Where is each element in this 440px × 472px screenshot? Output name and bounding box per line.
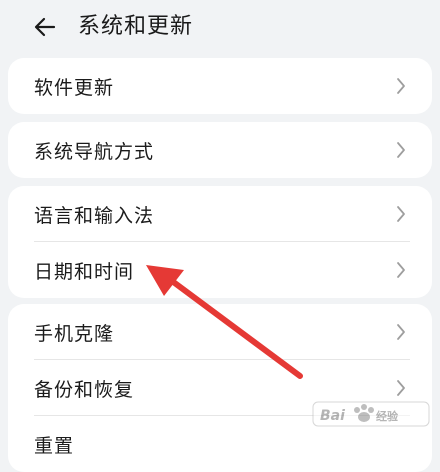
menu-item-label: 重置 bbox=[34, 434, 75, 457]
settings-group-update: 软件更新 bbox=[8, 58, 432, 114]
menu-item-label: 手机克隆 bbox=[34, 322, 115, 345]
arrow-left-icon bbox=[34, 17, 56, 37]
menu-item-label: 系统导航方式 bbox=[34, 140, 155, 163]
settings-group-language-time: 语言和输入法 日期和时间 bbox=[8, 186, 432, 298]
chevron-right-icon bbox=[397, 262, 405, 278]
menu-item-label: 日期和时间 bbox=[34, 260, 135, 283]
chevron-right-icon bbox=[397, 324, 405, 340]
settings-group-backup: 手机克隆 备份和恢复 重置 bbox=[8, 304, 432, 472]
page-title: 系统和更新 bbox=[78, 14, 194, 39]
title-bar: 系统和更新 bbox=[0, 0, 440, 58]
back-button[interactable] bbox=[30, 12, 60, 42]
chevron-right-icon bbox=[397, 206, 405, 222]
menu-item-software-update[interactable]: 软件更新 bbox=[8, 58, 432, 114]
chevron-right-icon bbox=[397, 78, 405, 94]
menu-item-phone-clone[interactable]: 手机克隆 bbox=[8, 304, 432, 360]
menu-item-date-time[interactable]: 日期和时间 bbox=[8, 242, 432, 298]
menu-item-backup-restore[interactable]: 备份和恢复 bbox=[8, 360, 432, 416]
menu-item-language-input[interactable]: 语言和输入法 bbox=[8, 186, 432, 242]
settings-group-navigation: 系统导航方式 bbox=[8, 122, 432, 178]
chevron-right-icon bbox=[397, 142, 405, 158]
menu-item-label: 备份和恢复 bbox=[34, 378, 135, 401]
menu-item-label: 软件更新 bbox=[34, 76, 115, 99]
menu-item-system-navigation[interactable]: 系统导航方式 bbox=[8, 122, 432, 178]
menu-item-reset[interactable]: 重置 bbox=[8, 416, 432, 472]
menu-item-label: 语言和输入法 bbox=[34, 204, 155, 227]
chevron-right-icon bbox=[397, 380, 405, 396]
